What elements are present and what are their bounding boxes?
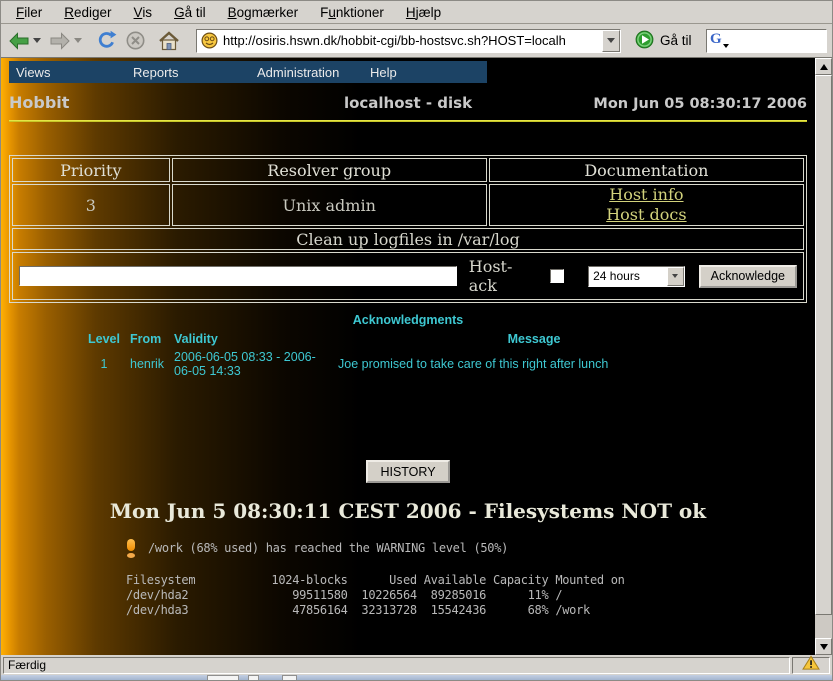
forward-arrow-icon [49,32,71,50]
smiley-favicon-icon [201,32,218,49]
forward-dropdown-caret-icon [74,38,82,43]
ack-validity: 2006-06-05 08:33 - 2006-06-05 14:33 [170,348,334,380]
reload-icon [96,30,117,51]
duration-select-button[interactable] [667,267,684,286]
menu-bar: Filer Rediger Vis Gå til Bogmærker Funkt… [1,1,832,24]
ack-from: henrik [126,348,170,380]
taskbar-fragment [207,675,239,680]
go-icon [635,30,654,52]
ack-message: Joe promised to take care of this right … [334,348,734,380]
google-logo-icon: G [710,30,725,51]
col-header-from: From [126,330,170,348]
url-dropdown-button[interactable] [602,30,620,52]
taskbar-fragment [248,675,259,680]
back-arrow-icon [8,32,30,50]
page-header: Hobbit localhost - disk Mon Jun 05 08:30… [9,93,807,112]
menu-item-filer[interactable]: Filer [5,3,53,22]
df-row-hda3: /dev/hda3 47856164 32313728 15542436 68%… [126,603,807,618]
scroll-up-arrow-icon [820,64,828,70]
home-icon [158,31,180,51]
scroll-down-arrow-icon [820,644,828,650]
nav-item-administration[interactable]: Administration [250,65,363,80]
yellow-warning-status-icon [126,539,135,558]
toolbar: Gå til G [1,24,832,58]
js-console-button[interactable] [792,657,830,674]
page-timestamp: Mon Jun 05 08:30:17 2006 [472,96,807,112]
scrollbar-thumb[interactable] [815,75,832,615]
col-header-resolver-group: Resolver group [172,158,487,182]
url-dropdown-caret-icon [607,38,615,43]
acknowledgments-table: Level From Validity Message 1 henrik 200… [82,330,734,380]
host-docs-link[interactable]: Host docs [606,205,686,224]
host-ack-checkbox[interactable] [550,269,564,283]
back-dropdown-caret-icon [33,38,41,43]
df-row-hda2: /dev/hda2 99511580 10226564 89285016 11%… [126,588,807,603]
acknowledgments-title: Acknowledgments [9,313,807,327]
reload-button[interactable] [92,27,121,54]
host-info-link[interactable]: Host info [609,185,683,204]
desktop-strip [1,675,832,680]
go-button-label: Gå til [660,33,692,48]
browser-window: Filer Rediger Vis Gå til Bogmærker Funkt… [0,0,833,681]
col-header-documentation: Documentation [489,158,804,182]
url-input[interactable] [221,33,602,48]
menu-item-gaa-til[interactable]: Gå til [163,3,217,22]
vertical-scrollbar [815,58,832,655]
menu-item-bogmaerker[interactable]: Bogmærker [217,3,310,22]
brand-title: Hobbit [9,93,344,112]
hobbit-page: Views Reports Administration Help Hobbit… [1,58,815,655]
col-header-level: Level [82,330,126,348]
stop-button[interactable] [121,27,150,54]
col-header-priority: Priority [12,158,170,182]
duration-select-value: 24 hours [589,269,667,283]
priority-value: 3 [12,184,170,226]
nav-item-reports[interactable]: Reports [126,65,250,80]
menu-item-funktioner[interactable]: Funktioner [309,3,395,22]
resolver-group-value: Unix admin [172,184,487,226]
menu-item-rediger[interactable]: Rediger [53,3,122,22]
hobbit-nav-bar: Views Reports Administration Help [9,61,487,83]
scroll-up-button[interactable] [815,58,832,75]
col-header-validity: Validity [170,330,334,348]
info-table: Priority Resolver group Documentation 3 … [9,155,807,303]
header-divider [9,120,807,122]
df-header-line: Filesystem 1024-blocks Used Available Ca… [126,573,807,588]
ack-message-input[interactable] [19,266,457,286]
ack-note: Clean up logfiles in /var/log [12,228,804,250]
acknowledge-button[interactable]: Acknowledge [699,265,797,288]
taskbar-fragment [282,675,297,680]
menu-item-vis[interactable]: Vis [123,3,164,22]
menu-item-hjaelp[interactable]: Hjælp [395,3,452,22]
ack-level: 1 [82,348,126,380]
warning-triangle-icon [802,655,820,675]
url-bar [196,29,621,53]
duration-select[interactable]: 24 hours [588,266,685,287]
go-button[interactable]: Gå til [631,28,696,54]
search-dropdown-caret-icon [723,44,729,48]
ack-row: 1 henrik 2006-06-05 08:33 - 2006-06-05 1… [82,348,734,380]
duration-caret-icon [672,274,678,278]
status-heading: Mon Jun 5 08:30:11 CEST 2006 - Filesyste… [9,499,807,523]
nav-item-views[interactable]: Views [9,65,126,80]
forward-button[interactable] [45,29,86,53]
status-text: Færdig [8,658,46,672]
back-button[interactable] [4,29,45,53]
nav-item-help[interactable]: Help [363,65,473,80]
stop-icon [125,30,146,51]
col-header-message: Message [334,330,734,348]
history-button[interactable]: HISTORY [366,460,449,483]
ack-form: Host-ack 24 hours Acknowledge [19,257,797,295]
home-button[interactable] [154,28,184,54]
host-ack-label: Host-ack [469,257,540,295]
status-bar: Færdig [1,655,832,675]
page-title: localhost - disk [344,94,472,112]
search-box[interactable]: G [706,29,827,53]
warning-text: /work (68% used) has reached the WARNING… [148,541,508,556]
scrollbar-track[interactable] [815,75,832,638]
svg-text:G: G [710,31,722,46]
scroll-down-button[interactable] [815,638,832,655]
status-message-block: /work (68% used) has reached the WARNING… [126,539,807,618]
